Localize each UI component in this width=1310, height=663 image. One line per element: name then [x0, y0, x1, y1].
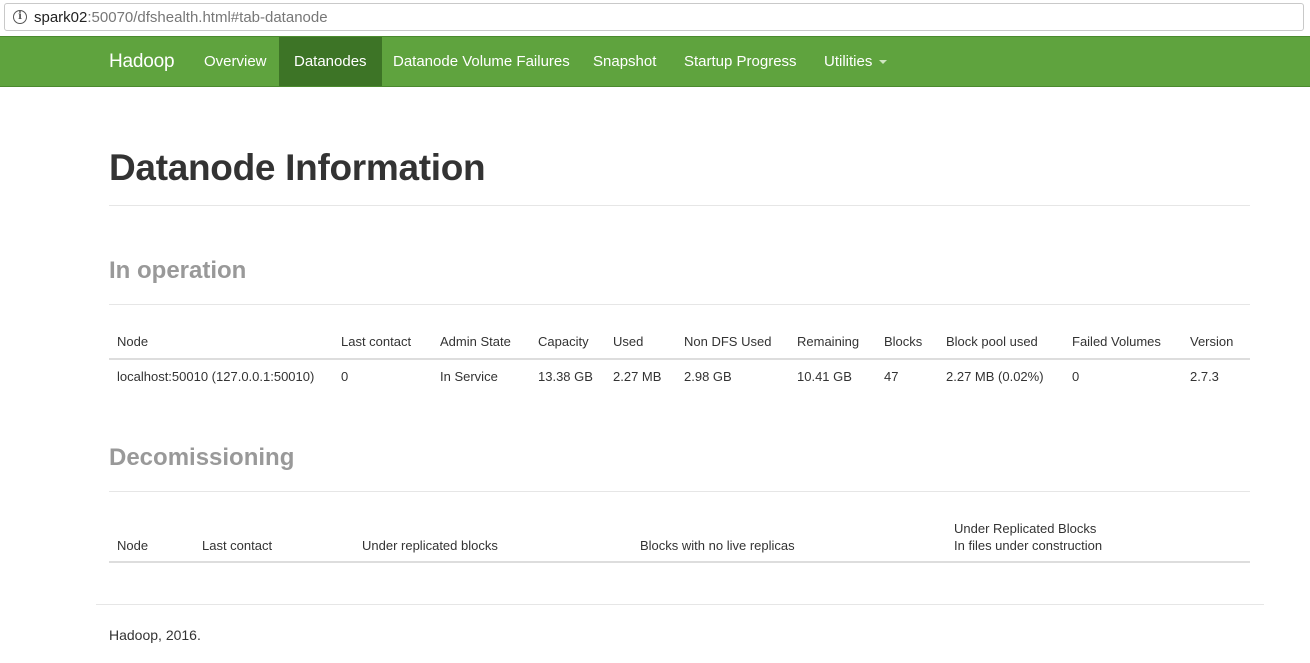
- nav-utilities[interactable]: Utilities: [809, 37, 902, 86]
- cell-failed-volumes: 0: [1072, 369, 1080, 384]
- cell-last-contact: 0: [341, 369, 349, 384]
- column-header-capacity[interactable]: Capacity: [538, 334, 589, 350]
- nav-snapshot[interactable]: Snapshot: [578, 37, 671, 86]
- url-field[interactable]: i spark02:50070/dfshealth.html#tab-datan…: [4, 3, 1304, 31]
- column-header-blocks-no-live-replicas[interactable]: Blocks with no live replicas: [640, 538, 795, 554]
- column-header-last-contact[interactable]: Last contact: [341, 334, 411, 350]
- section-title-in-operation: In operation: [109, 257, 247, 284]
- nav-utilities-label: Utilities: [824, 53, 873, 70]
- table-header-divider: [109, 561, 1250, 563]
- cell-block-pool-used: 2.27 MB (0.02%): [946, 369, 1044, 384]
- info-icon[interactable]: i: [13, 10, 27, 24]
- column-header-admin-state[interactable]: Admin State: [440, 334, 511, 350]
- column-header-blocks[interactable]: Blocks: [884, 334, 922, 350]
- column-header-node[interactable]: Node: [117, 538, 148, 554]
- footer-text: Hadoop, 2016.: [109, 627, 201, 643]
- cell-blocks: 47: [884, 369, 899, 384]
- navbar: Hadoop Overview Datanodes Datanode Volum…: [0, 36, 1310, 87]
- navbar-brand[interactable]: Hadoop: [109, 37, 175, 86]
- footer-divider: [96, 604, 1264, 605]
- nav-datanodes[interactable]: Datanodes: [279, 37, 382, 86]
- browser-address-bar: i spark02:50070/dfshealth.html#tab-datan…: [0, 0, 1310, 36]
- divider: [109, 491, 1250, 492]
- cell-capacity: 13.38 GB: [538, 369, 593, 384]
- divider: [109, 205, 1250, 206]
- column-header-version[interactable]: Version: [1190, 334, 1233, 350]
- url-text: spark02:50070/dfshealth.html#tab-datanod…: [34, 9, 328, 26]
- divider: [109, 304, 1250, 305]
- column-header-under-replicated-blocks-line1[interactable]: Under Replicated Blocks: [954, 521, 1096, 537]
- cell-remaining: 10.41 GB: [797, 369, 852, 384]
- column-header-node[interactable]: Node: [117, 334, 148, 350]
- section-title-decomissioning: Decomissioning: [109, 444, 295, 471]
- cell-non-dfs-used: 2.98 GB: [684, 369, 732, 384]
- cell-admin-state: In Service: [440, 369, 498, 384]
- cell-node: localhost:50010 (127.0.0.1:50010): [117, 369, 315, 384]
- nav-startup-progress[interactable]: Startup Progress: [669, 37, 812, 86]
- column-header-block-pool-used[interactable]: Block pool used: [946, 334, 1038, 350]
- column-header-used[interactable]: Used: [613, 334, 643, 350]
- column-header-under-replicated-blocks[interactable]: Under replicated blocks: [362, 538, 498, 554]
- column-header-failed-volumes[interactable]: Failed Volumes: [1072, 334, 1161, 350]
- column-header-non-dfs-used[interactable]: Non DFS Used: [684, 334, 771, 350]
- nav-overview[interactable]: Overview: [189, 37, 282, 86]
- column-header-under-replicated-blocks-line2[interactable]: In files under construction: [954, 538, 1102, 554]
- nav-datanode-volume-failures[interactable]: Datanode Volume Failures: [378, 37, 585, 86]
- cell-version: 2.7.3: [1190, 369, 1219, 384]
- column-header-remaining[interactable]: Remaining: [797, 334, 859, 350]
- page-title: Datanode Information: [109, 147, 486, 188]
- column-header-last-contact[interactable]: Last contact: [202, 538, 272, 554]
- cell-used: 2.27 MB: [613, 369, 662, 384]
- table-header-divider: [109, 358, 1250, 360]
- chevron-down-icon: [879, 60, 888, 65]
